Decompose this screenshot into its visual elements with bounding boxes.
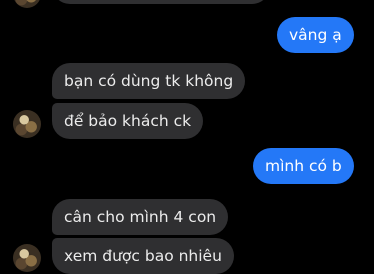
message-bubble-incoming[interactable]: cân cho mình 4 con: [52, 199, 229, 235]
message-text: bạn có dùng tk không: [64, 72, 234, 90]
message-text: mình có b: [265, 157, 342, 175]
message-bubble-incoming[interactable]: để bảo khách ck: [52, 103, 204, 139]
contact-avatar[interactable]: [13, 0, 41, 8]
contact-avatar[interactable]: [13, 244, 41, 272]
message-bubble-incoming[interactable]: bạn có dùng tk không: [52, 63, 246, 99]
contact-avatar[interactable]: [13, 110, 41, 138]
message-text: vâng ạ: [289, 26, 342, 44]
message-bubble-outgoing[interactable]: vâng ạ: [277, 17, 354, 53]
message-bubble-outgoing[interactable]: mình có b: [253, 148, 354, 184]
message-text: xem được bao nhiêu: [64, 247, 222, 265]
message-text: để bảo khách ck: [64, 112, 192, 130]
message-text: cân cho mình 4 con: [64, 208, 217, 226]
message-bubble-incoming[interactable]: xem được bao nhiêu: [52, 238, 234, 274]
message-bubble-incoming-partial: [52, 0, 270, 4]
